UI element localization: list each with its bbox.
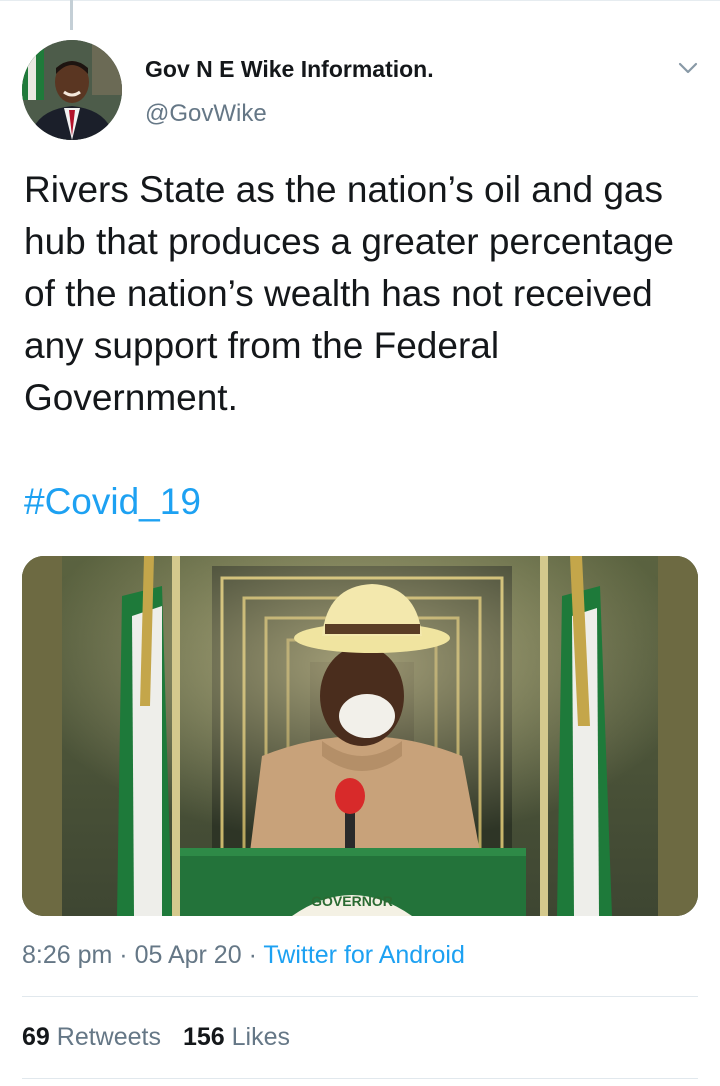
podium-seal-text: GOVERNOR bbox=[311, 893, 393, 909]
author-display-name[interactable]: Gov N E Wike Information. bbox=[145, 56, 434, 83]
media-photo: GOVERNOR bbox=[22, 556, 698, 916]
meta-separator: · bbox=[119, 941, 128, 969]
avatar-photo bbox=[22, 40, 122, 140]
tweet-stats: 69 Retweets 156 Likes bbox=[22, 1023, 290, 1052]
divider bbox=[22, 1078, 698, 1079]
tweet-text: Rivers State as the nation’s oil and gas… bbox=[24, 169, 675, 418]
likes-label: Likes bbox=[231, 1023, 291, 1051]
hashtag-link[interactable]: #Covid_19 bbox=[24, 476, 201, 528]
tweet-source-link[interactable]: Twitter for Android bbox=[263, 941, 464, 969]
likes-stat[interactable]: 156 Likes bbox=[183, 1023, 290, 1051]
meta-separator: · bbox=[248, 941, 257, 969]
divider bbox=[22, 996, 698, 997]
author-handle[interactable]: @GovWike bbox=[145, 100, 267, 128]
retweets-stat[interactable]: 69 Retweets bbox=[22, 1023, 161, 1051]
retweets-count: 69 bbox=[22, 1023, 50, 1051]
tweet-time: 8:26 pm bbox=[22, 941, 113, 969]
tweet-media-image[interactable]: GOVERNOR bbox=[22, 556, 698, 916]
chevron-down-icon[interactable] bbox=[676, 56, 700, 80]
tweet-date: 05 Apr 20 bbox=[134, 941, 242, 969]
avatar[interactable] bbox=[22, 40, 122, 140]
tweet-meta: 8:26 pm · 05 Apr 20 · Twitter for Androi… bbox=[22, 941, 465, 970]
retweets-label: Retweets bbox=[56, 1023, 161, 1051]
top-divider bbox=[0, 0, 720, 1]
likes-count: 156 bbox=[182, 1023, 225, 1051]
thread-connector-line bbox=[70, 0, 73, 30]
